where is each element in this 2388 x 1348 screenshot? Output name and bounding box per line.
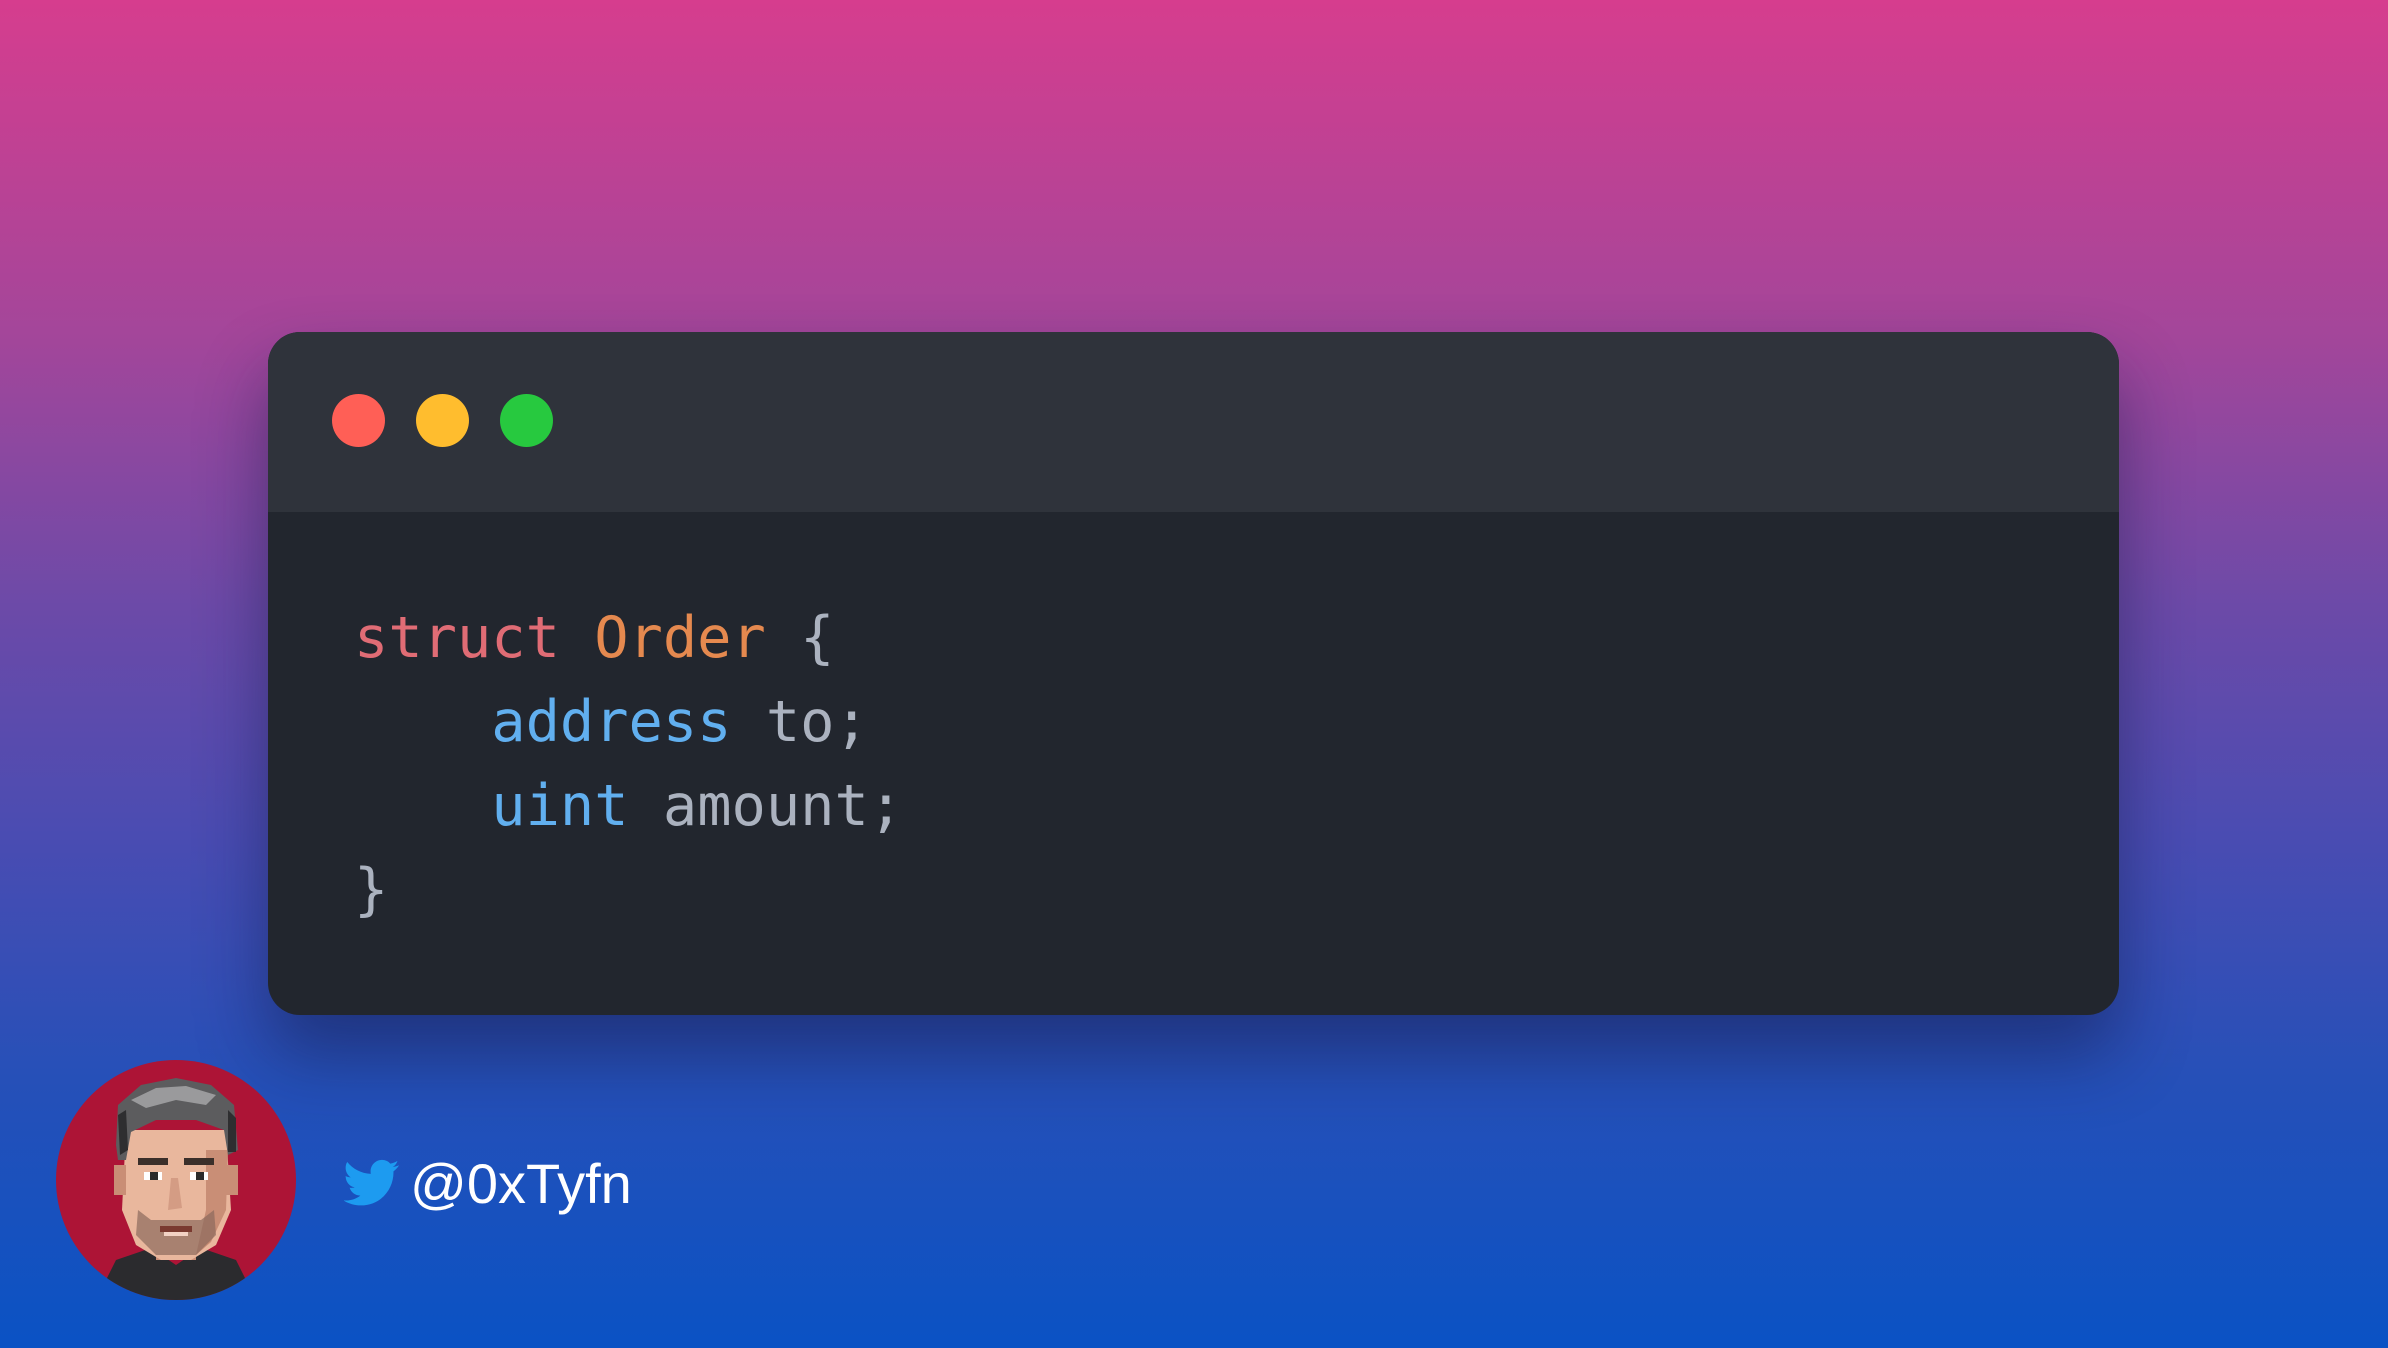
- code-line: uint amount;: [354, 764, 903, 848]
- close-dot-icon: [332, 394, 385, 447]
- code-token-decl: uint: [491, 773, 629, 839]
- avatar: [56, 1060, 296, 1300]
- code-token-plain: amount;: [628, 773, 904, 839]
- code-token-plain: {: [765, 605, 835, 671]
- maximize-dot-icon: [500, 394, 553, 447]
- code-token-type: Order: [594, 605, 766, 671]
- pixel-portrait-icon: [96, 1078, 256, 1300]
- code-token-keyword: struct: [354, 605, 560, 671]
- code-line: address to;: [354, 680, 903, 764]
- minimize-dot-icon: [416, 394, 469, 447]
- author-handle-row: @0xTyfn: [344, 1148, 632, 1218]
- code-token-plain: }: [354, 857, 389, 923]
- author-handle[interactable]: @0xTyfn: [410, 1151, 632, 1216]
- code-line: }: [354, 848, 903, 932]
- twitter-bird-icon: [344, 1159, 400, 1206]
- code-block: struct Order { address to; uint amount;}: [354, 596, 903, 932]
- code-token-decl: address: [491, 689, 732, 755]
- window-titlebar: [268, 332, 2119, 512]
- code-line: struct Order {: [354, 596, 903, 680]
- code-token-plain: to;: [731, 689, 869, 755]
- code-window: struct Order { address to; uint amount;}: [268, 332, 2119, 1015]
